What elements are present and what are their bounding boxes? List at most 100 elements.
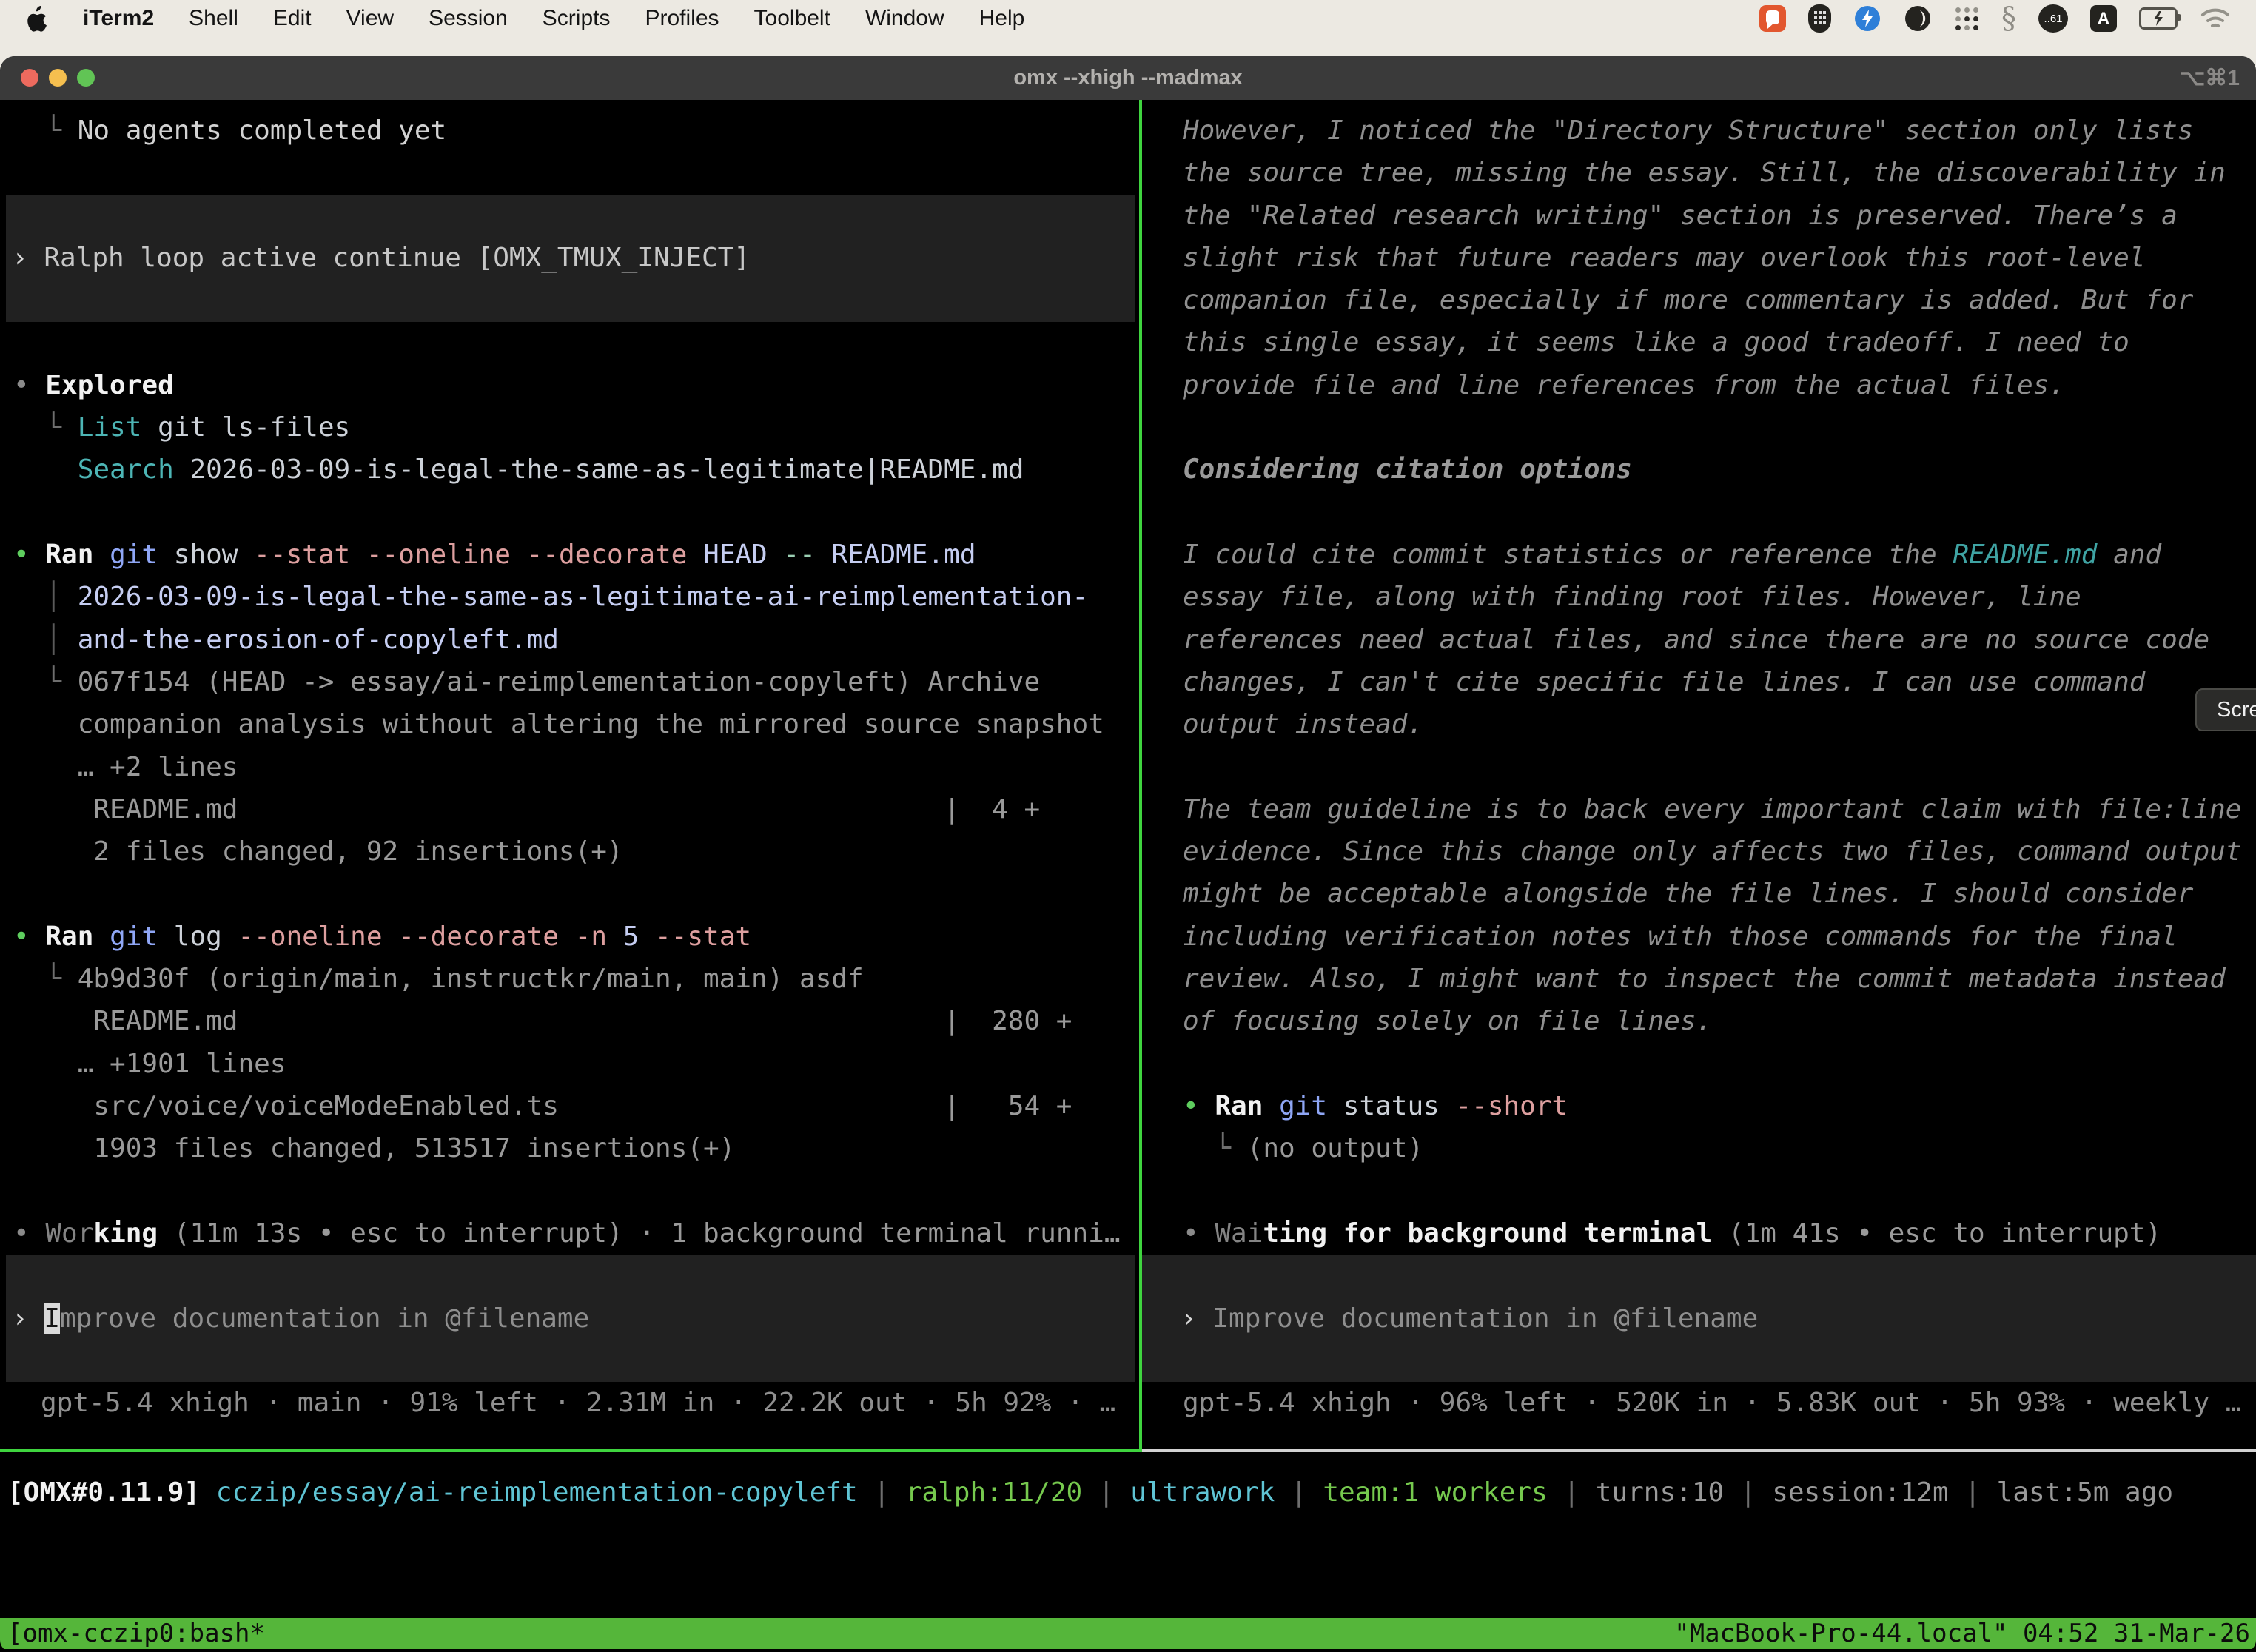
text-segment: └	[1183, 1133, 1247, 1164]
text-segment: HEAD	[703, 540, 783, 570]
menu-item-shell[interactable]: Shell	[189, 6, 238, 31]
text-segment	[13, 794, 93, 825]
text-segment: provide file and line references from th…	[1183, 370, 2065, 400]
battery-icon[interactable]	[2139, 7, 2178, 30]
terminal-line: • Working (11m 13s • esc to interrupt) ·…	[13, 1212, 1139, 1255]
menu-item-scripts[interactable]: Scripts	[543, 6, 611, 31]
text-segment: ›	[12, 1303, 44, 1334]
left-pane[interactable]: └ No agents completed yet › Ralph loop a…	[0, 100, 1139, 1449]
text-segment: review. Also, I might want to inspect th…	[1183, 964, 2226, 994]
text-segment: --oneline	[238, 921, 398, 952]
menu-item-edit[interactable]: Edit	[273, 6, 312, 31]
text-segment: session:12m	[1772, 1477, 1948, 1508]
menu-item-view[interactable]: View	[346, 6, 394, 31]
right-prompt-input[interactable]: › Improve documentation in @filename	[1142, 1255, 2256, 1382]
text-segment: last:5m ago	[1997, 1477, 2173, 1508]
terminal-line: provide file and line references from th…	[1183, 364, 2256, 406]
text-segment: The team guideline is to back every impo…	[1183, 794, 2241, 825]
terminal-line	[13, 322, 1139, 364]
terminal-line: └ (no output)	[1183, 1127, 2256, 1169]
menu-item-session[interactable]: Session	[429, 6, 508, 31]
text-segment: |	[1548, 1477, 1596, 1508]
text-segment: Ralph loop active continue [OMX_TMUX_INJ…	[44, 243, 750, 273]
terminal-line: including verification notes with those …	[1183, 916, 2256, 958]
inactive-pane-border	[1142, 1449, 2256, 1452]
text-segment: output instead.	[1183, 709, 1423, 739]
text-segment: (1m 41s • esc to interrupt)	[1712, 1218, 2161, 1249]
text-segment: •	[1183, 1218, 1215, 1249]
text-segment: Explored	[45, 370, 173, 400]
text-segment: No agents completed yet	[78, 115, 447, 146]
menu-bar-status-icons: § ..61 A	[1759, 1, 2231, 36]
text-segment: •	[13, 1218, 45, 1249]
text-segment: └	[13, 412, 78, 443]
percent-badge-icon[interactable]: ..61	[2038, 4, 2068, 33]
tmux-session-label: [omx-cczip0:bash*	[7, 1618, 265, 1649]
terminal-line: └ 067f154 (HEAD -> essay/ai-reimplementa…	[13, 661, 1139, 703]
text-segment: └	[13, 115, 78, 146]
terminal-line: companion file, especially if more comme…	[1183, 279, 2256, 321]
text-segment: However, I noticed the "Directory Struct…	[1183, 115, 2193, 146]
terminal-line	[1183, 491, 2256, 534]
text-segment: │	[13, 625, 78, 655]
terminal-line	[1183, 406, 2256, 449]
terminal-line	[13, 1170, 1139, 1212]
dots-grid-icon[interactable]	[1954, 6, 1979, 31]
input-source-icon[interactable]: A	[2090, 5, 2117, 32]
text-segment: [OMX#0.11.9]	[7, 1477, 216, 1508]
chat-bubble-icon[interactable]	[1759, 5, 1786, 32]
squiggle-icon[interactable]: §	[2001, 1, 2016, 36]
terminal-line	[13, 152, 1139, 194]
terminal-line: references need actual files, and since …	[1183, 619, 2256, 661]
text-segment	[13, 1091, 93, 1121]
pane-bottom-border	[0, 1449, 2256, 1452]
menu-item-profiles[interactable]: Profiles	[645, 6, 719, 31]
terminal-line: slight risk that future readers may over…	[1183, 237, 2256, 279]
text-segment: evidence. Since this change only affects…	[1183, 836, 2241, 867]
moon-icon[interactable]	[1904, 4, 1932, 33]
text-segment: the "Related research writing" section i…	[1183, 201, 2178, 231]
text-segment: companion file, especially if more comme…	[1183, 285, 2193, 315]
menu-item-window[interactable]: Window	[865, 6, 944, 31]
shield-icon[interactable]	[1808, 4, 1831, 33]
terminal-line: Considering citation options	[1183, 449, 2256, 491]
right-pane[interactable]: However, I noticed the "Directory Struct…	[1142, 100, 2256, 1449]
menu-item-help[interactable]: Help	[979, 6, 1025, 31]
text-segment: └	[13, 667, 78, 697]
text-segment: Considering citation options	[1183, 454, 1632, 485]
terminal-line	[13, 873, 1139, 915]
text-segment	[13, 836, 93, 867]
text-segment	[13, 1049, 78, 1079]
text-segment: List	[78, 412, 158, 443]
text-segment: might be acceptable alongside the file l…	[1183, 879, 2193, 909]
text-segment: |	[1949, 1477, 1997, 1508]
tmux-host-clock: "MacBook-Pro-44.local" 04:52 31-Mar-26	[1674, 1618, 2250, 1649]
text-segment: Wor	[45, 1218, 93, 1249]
text-segment: Wai	[1215, 1218, 1263, 1249]
terminal-line: Search 2026-03-09-is-legal-the-same-as-l…	[13, 449, 1139, 491]
terminal-line: │ and-the-erosion-of-copyleft.md	[13, 619, 1139, 661]
text-segment: references need actual files, and since …	[1183, 625, 2209, 655]
terminal-line: essay file, along with finding root file…	[1183, 576, 2256, 618]
terminal-line: • Ran git log --oneline --decorate -n 5 …	[13, 916, 1139, 958]
terminal-line: • Waiting for background terminal (1m 41…	[1183, 1212, 2256, 1255]
text-segment: ting for background terminal	[1263, 1218, 1712, 1249]
apple-menu-icon[interactable]	[25, 4, 50, 33]
bolt-badge-icon[interactable]	[1853, 4, 1881, 33]
text-segment: turns:10	[1596, 1477, 1724, 1508]
menu-item-toolbelt[interactable]: Toolbelt	[754, 6, 830, 31]
window-title: omx --xhigh --madmax	[0, 66, 2256, 90]
terminal-line: └ No agents completed yet	[13, 110, 1139, 152]
window-titlebar[interactable]: omx --xhigh --madmax ⌥⌘1	[0, 56, 2256, 100]
menu-item-iterm2[interactable]: iTerm2	[83, 6, 154, 31]
text-segment: git	[110, 540, 174, 570]
left-prompt-input[interactable]: › Improve documentation in @filename	[6, 1255, 1135, 1382]
text-segment: of focusing solely on file lines.	[1183, 1006, 1712, 1036]
wifi-icon[interactable]	[2200, 7, 2231, 30]
text-segment: 2026-03-09-is-legal-the-same-as-legitima…	[78, 582, 1088, 612]
text-segment: •	[1183, 1091, 1215, 1121]
text-segment: Ran	[45, 921, 110, 952]
text-segment: Improve documentation in @filename	[1212, 1303, 1758, 1334]
terminal-line: └ 4b9d30f (origin/main, instructkr/main,…	[13, 958, 1139, 1000]
terminal-line: companion analysis without altering the …	[13, 703, 1139, 745]
